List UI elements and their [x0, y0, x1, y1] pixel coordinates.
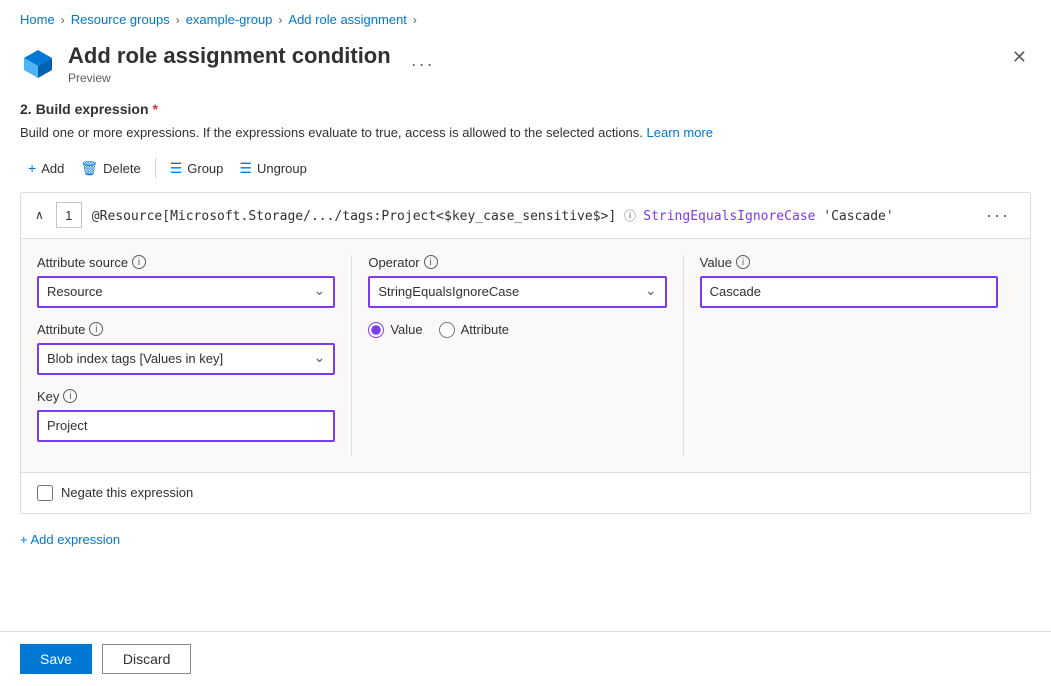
save-button[interactable]: Save: [20, 644, 92, 674]
expression-header: ∧ 1 @Resource[Microsoft.Storage/.../tags…: [21, 193, 1030, 239]
group-icon: ☰: [170, 160, 183, 177]
attribute-info[interactable]: i: [89, 322, 103, 336]
section: 2. Build expression * Build one or more …: [0, 95, 1051, 143]
add-label: Add: [41, 161, 64, 176]
negate-label: Negate this expression: [61, 485, 193, 500]
ungroup-label: Ungroup: [257, 161, 307, 176]
learn-more-link[interactable]: Learn more: [647, 125, 713, 140]
negate-section: Negate this expression: [21, 472, 1030, 513]
form-column-middle: Operator i StringEqualsIgnoreCase String…: [352, 255, 683, 456]
breadcrumb-sep-3: ›: [278, 13, 282, 27]
attribute-source-select-wrapper: Resource Request Environment: [37, 276, 335, 308]
radio-attribute-input[interactable]: [439, 322, 455, 338]
breadcrumb-sep-2: ›: [176, 13, 180, 27]
operator-info[interactable]: i: [424, 255, 438, 269]
value-type-radio-group: Value Attribute: [368, 322, 666, 338]
breadcrumb-add-role-assignment[interactable]: Add role assignment: [288, 12, 407, 27]
operator-group: Operator i StringEqualsIgnoreCase String…: [368, 255, 666, 308]
radio-value-label: Value: [390, 322, 422, 337]
required-indicator: *: [153, 101, 158, 117]
breadcrumb-sep-1: ›: [61, 13, 65, 27]
preview-label: Preview: [68, 71, 391, 85]
breadcrumb: Home › Resource groups › example-group ›…: [0, 0, 1051, 39]
group-button[interactable]: ☰ Group: [162, 155, 232, 182]
info-circle: ⓘ: [624, 209, 643, 223]
ungroup-button[interactable]: ☰ Ungroup: [231, 155, 314, 182]
radio-value[interactable]: Value: [368, 322, 422, 338]
group-label: Group: [187, 161, 223, 176]
radio-attribute-label: Attribute: [461, 322, 509, 337]
add-icon: +: [28, 160, 36, 176]
add-expression-section: + Add expression: [0, 514, 1051, 565]
value-display: 'Cascade': [823, 209, 893, 224]
dialog-title: Add role assignment condition: [68, 43, 391, 69]
expression-form: Attribute source i Resource Request Envi…: [21, 239, 1030, 472]
operator-select-wrapper: StringEqualsIgnoreCase StringEquals Stri…: [368, 276, 666, 308]
close-icon: ✕: [1012, 47, 1027, 68]
form-column-right: Value i Cascade: [684, 255, 1014, 456]
value-label: Value i: [700, 255, 998, 270]
delete-label: Delete: [103, 161, 141, 176]
toolbar: + Add 🗑 Delete ☰ Group ☰ Ungroup: [0, 155, 1051, 192]
expression-container: ∧ 1 @Resource[Microsoft.Storage/.../tags…: [20, 192, 1031, 514]
header-more-button[interactable]: ···: [403, 50, 443, 79]
value-input[interactable]: Cascade: [700, 276, 998, 308]
attribute-select[interactable]: Blob index tags [Values in key] Containe…: [37, 343, 335, 375]
expression-more-button[interactable]: ···: [978, 201, 1018, 230]
key-input[interactable]: Project: [37, 410, 335, 442]
attribute-source-select[interactable]: Resource Request Environment: [37, 276, 335, 308]
add-expression-label: + Add expression: [20, 532, 120, 547]
toolbar-separator: [155, 158, 156, 178]
operator-label: Operator i: [368, 255, 666, 270]
attribute-group: Attribute i Blob index tags [Values in k…: [37, 322, 335, 375]
expression-number: 1: [56, 202, 82, 228]
operator-highlight: StringEqualsIgnoreCase: [643, 209, 815, 224]
key-info[interactable]: i: [63, 389, 77, 403]
delete-icon: 🗑: [80, 160, 98, 177]
breadcrumb-resource-groups[interactable]: Resource groups: [71, 12, 170, 27]
ungroup-icon: ☰: [239, 160, 252, 177]
breadcrumb-home[interactable]: Home: [20, 12, 55, 27]
value-info[interactable]: i: [736, 255, 750, 269]
negate-checkbox[interactable]: [37, 485, 53, 501]
key-group: Key i Project: [37, 389, 335, 442]
attribute-source-label: Attribute source i: [37, 255, 335, 270]
value-group: Value i Cascade: [700, 255, 998, 308]
expression-formula: @Resource[Microsoft.Storage/.../tags:Pro…: [92, 207, 968, 224]
section-title: 2. Build expression *: [20, 101, 1031, 117]
add-expression-button[interactable]: + Add expression: [20, 528, 120, 551]
section-name: Build expression: [36, 101, 149, 117]
header-text: Add role assignment condition Preview: [68, 43, 391, 85]
section-number: 2.: [20, 101, 32, 117]
section-description: Build one or more expressions. If the ex…: [20, 123, 1031, 143]
close-button[interactable]: ✕: [1008, 43, 1031, 72]
operator-select[interactable]: StringEqualsIgnoreCase StringEquals Stri…: [368, 276, 666, 308]
page-wrapper: Home › Resource groups › example-group ›…: [0, 0, 1051, 686]
formula-prefix: @Resource[Microsoft.Storage/.../tags:Pro…: [92, 209, 616, 224]
collapse-button[interactable]: ∧: [33, 206, 46, 224]
delete-button[interactable]: 🗑 Delete: [72, 155, 148, 182]
key-label: Key i: [37, 389, 335, 404]
app-icon: [20, 46, 56, 82]
add-button[interactable]: + Add: [20, 155, 72, 181]
header-left: Add role assignment condition Preview ··…: [20, 43, 443, 85]
cube-svg: [22, 48, 54, 80]
radio-value-input[interactable]: [368, 322, 384, 338]
radio-attribute[interactable]: Attribute: [439, 322, 509, 338]
attribute-source-group: Attribute source i Resource Request Envi…: [37, 255, 335, 308]
form-column-left: Attribute source i Resource Request Envi…: [37, 255, 352, 456]
collapse-icon: ∧: [35, 208, 44, 222]
discard-button[interactable]: Discard: [102, 644, 191, 674]
dialog-header: Add role assignment condition Preview ··…: [0, 39, 1051, 95]
breadcrumb-sep-4: ›: [413, 13, 417, 27]
attribute-label: Attribute i: [37, 322, 335, 337]
breadcrumb-example-group[interactable]: example-group: [186, 12, 273, 27]
attribute-source-info[interactable]: i: [132, 255, 146, 269]
footer: Save Discard: [0, 631, 1051, 686]
attribute-select-wrapper: Blob index tags [Values in key] Containe…: [37, 343, 335, 375]
